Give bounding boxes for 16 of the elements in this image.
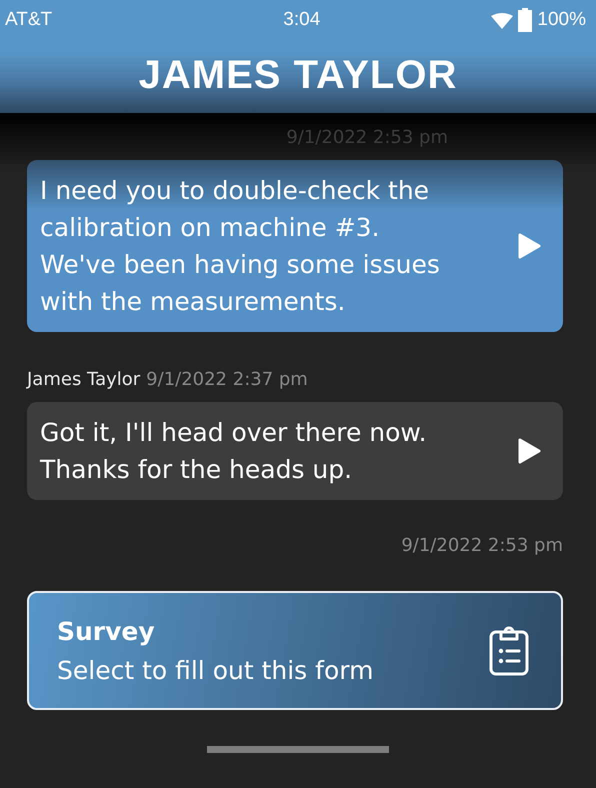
clipboard-icon [489,626,529,676]
survey-subtitle: Select to fill out this form [57,656,374,684]
battery-level: 100% [537,9,586,31]
wifi-icon [491,13,514,29]
message-text: I need you to double-check the calibration on machine #3. We've been having some issues with the measurements. [40,175,440,318]
message-text: Got it, I'll head over there now. Thanks for the heads up. [40,417,428,486]
survey-title: Survey [57,616,156,646]
sender-name: James Taylor [27,369,140,390]
survey-card[interactable]: Survey Select to fill out this form [27,591,563,710]
contact-title: JAMES TAYLOR [138,53,458,98]
play-icon[interactable] [517,438,541,464]
message-timestamp: 9/1/2022 2:37 pm [146,369,308,390]
carrier-name: AT&T [5,9,52,31]
message-timestamp: 9/1/2022 2:53 pm [401,535,563,556]
status-time: 3:04 [283,9,320,31]
battery-icon [518,8,532,32]
